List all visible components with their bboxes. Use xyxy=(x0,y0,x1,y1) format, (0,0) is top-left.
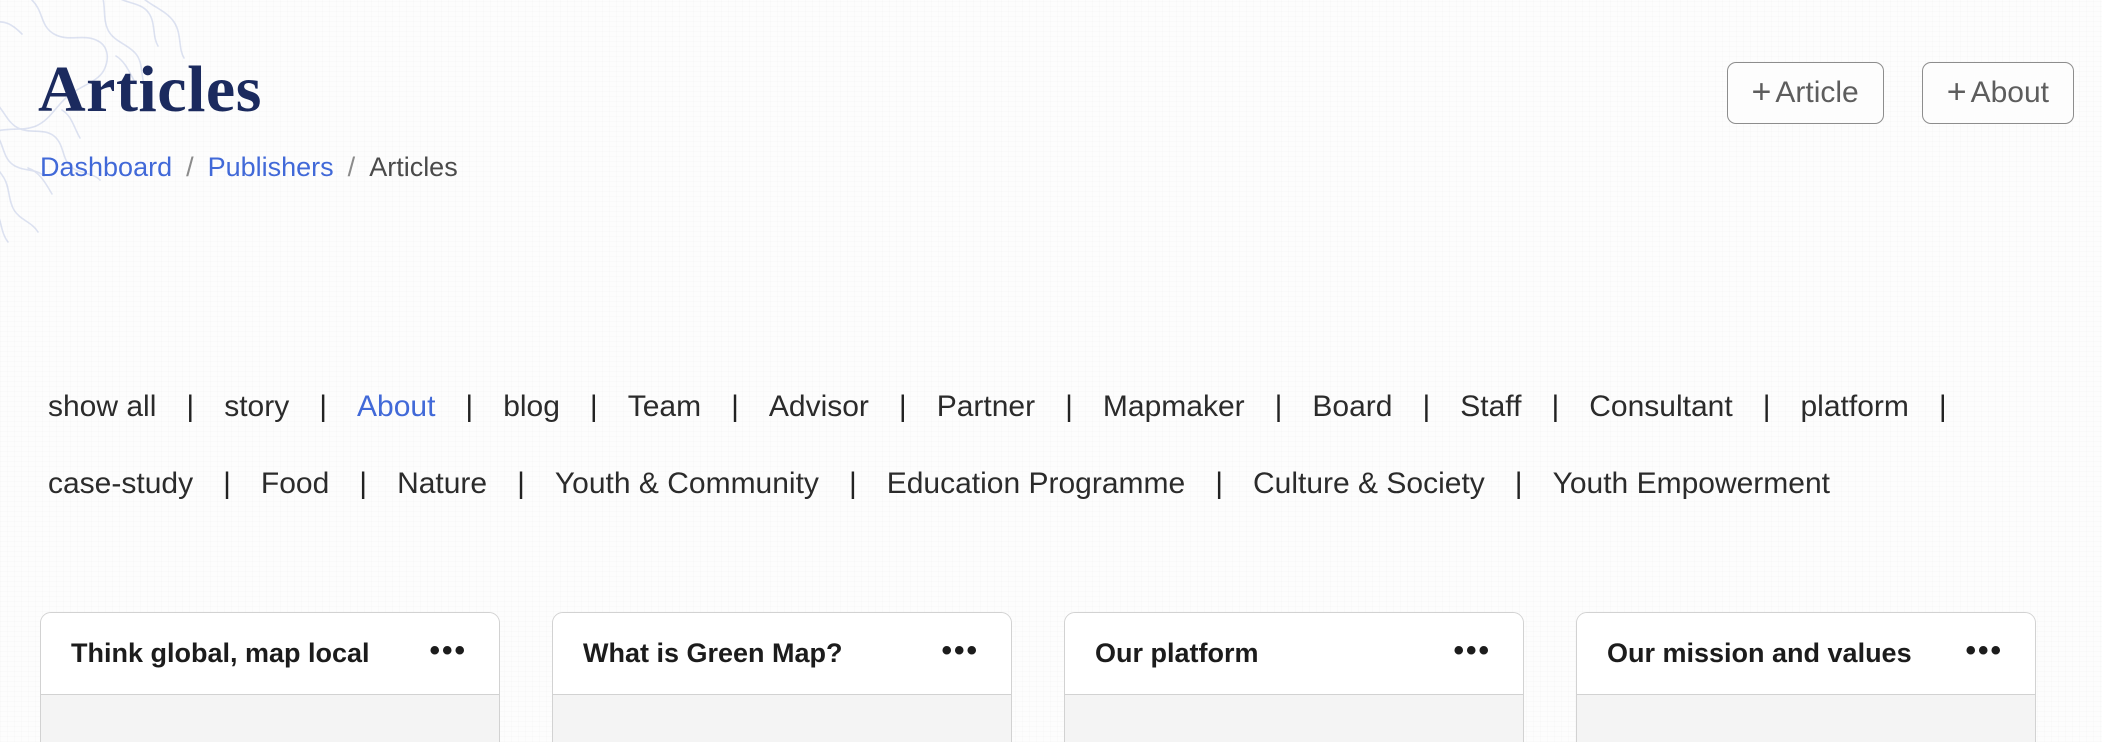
more-options-icon[interactable]: ••• xyxy=(1435,634,1497,674)
tag-separator: | xyxy=(1215,467,1224,500)
article-card-title: Our platform xyxy=(1095,638,1259,668)
tag-separator: | xyxy=(1514,467,1523,500)
tag-filter-consultant[interactable]: Consultant xyxy=(1581,368,1740,445)
tag-filter-case-study[interactable]: case-study xyxy=(40,445,201,522)
tag-filter-education-programme[interactable]: Education Programme xyxy=(879,445,1193,522)
articles-page: Articles Dashboard / Publishers / Articl… xyxy=(0,0,2102,742)
tag-filter-story[interactable]: story xyxy=(216,368,297,445)
tag-filter-youth-empowerment[interactable]: Youth Empowerment xyxy=(1545,445,1838,522)
tag-filter-mapmaker[interactable]: Mapmaker xyxy=(1095,368,1253,445)
tag-separator: | xyxy=(465,390,474,423)
tag-filter-show-all[interactable]: show all xyxy=(40,368,164,445)
add-article-button[interactable]: + Article xyxy=(1726,62,1884,124)
article-card-body xyxy=(41,695,499,742)
article-card-body xyxy=(1577,695,2035,742)
article-card-header: Our mission and values ••• xyxy=(1577,613,2035,695)
tag-separator: | xyxy=(517,467,525,500)
plus-icon: + xyxy=(1946,73,1967,111)
tag-separator: | xyxy=(848,467,857,500)
tag-separator: | xyxy=(319,390,327,423)
tag-filter-nature[interactable]: Nature xyxy=(389,445,495,522)
breadcrumb-separator: / xyxy=(186,152,194,182)
breadcrumb: Dashboard / Publishers / Articles xyxy=(40,152,458,183)
article-card-header: What is Green Map? ••• xyxy=(553,613,1011,695)
article-card-grid: Think global, map local ••• What is Gree… xyxy=(40,612,2064,742)
article-card-title: Think global, map local xyxy=(71,638,370,668)
tag-separator: | xyxy=(223,467,231,500)
breadcrumb-item-publishers[interactable]: Publishers xyxy=(208,152,334,183)
tag-filter-blog[interactable]: blog xyxy=(495,368,568,445)
article-card[interactable]: Our platform ••• xyxy=(1064,612,1524,742)
more-options-icon[interactable]: ••• xyxy=(923,634,985,674)
tag-filter-culture-society[interactable]: Culture & Society xyxy=(1245,445,1493,522)
add-about-label: About xyxy=(1970,76,2049,109)
tag-separator: | xyxy=(731,390,739,423)
tag-filter-team[interactable]: Team xyxy=(620,368,709,445)
tag-filter-youth-community[interactable]: Youth & Community xyxy=(547,445,827,522)
tag-filter-food[interactable]: Food xyxy=(253,445,337,522)
tag-separator: | xyxy=(359,467,368,500)
page-title: Articles xyxy=(38,53,262,126)
tag-filter-platform[interactable]: platform xyxy=(1792,368,1916,445)
add-about-button[interactable]: + About xyxy=(1921,62,2074,124)
tag-separator: | xyxy=(1422,390,1431,423)
more-options-icon[interactable]: ••• xyxy=(411,634,473,674)
article-card[interactable]: What is Green Map? ••• xyxy=(552,612,1012,742)
article-card-body xyxy=(1065,695,1523,742)
tag-separator: | xyxy=(1065,390,1073,423)
article-card-body xyxy=(553,695,1011,742)
page-header: Articles Dashboard / Publishers / Articl… xyxy=(0,0,2102,200)
tag-filter-about[interactable]: About xyxy=(349,368,443,445)
tag-separator: | xyxy=(589,390,598,423)
add-article-label: Article xyxy=(1775,76,1859,109)
tag-separator: | xyxy=(1274,390,1283,423)
article-card[interactable]: Think global, map local ••• xyxy=(40,612,500,742)
tag-filter-advisor[interactable]: Advisor xyxy=(761,368,877,445)
tag-separator: | xyxy=(1551,390,1560,423)
tag-filter-list: show all | story | About | blog | Team | Advisor | P… xyxy=(40,368,2070,522)
article-card-header: Think global, map local ••• xyxy=(41,613,499,695)
more-options-icon[interactable]: ••• xyxy=(1947,634,2009,674)
breadcrumb-item-dashboard[interactable]: Dashboard xyxy=(40,152,172,183)
article-card-title: Our mission and values xyxy=(1607,638,1912,668)
tag-separator: | xyxy=(898,390,907,423)
tag-separator: | xyxy=(1938,390,1947,423)
tag-filter-board[interactable]: Board xyxy=(1304,368,1400,445)
plus-icon: + xyxy=(1751,73,1772,111)
article-card-header: Our platform ••• xyxy=(1065,613,1523,695)
tag-separator: | xyxy=(186,390,195,423)
article-card[interactable]: Our mission and values ••• xyxy=(1576,612,2036,742)
breadcrumb-item-articles: Articles xyxy=(369,152,458,182)
tag-separator: | xyxy=(1762,390,1771,423)
breadcrumb-separator: / xyxy=(347,152,356,182)
tag-filter-partner[interactable]: Partner xyxy=(929,368,1043,445)
header-actions: + Article + About xyxy=(1726,62,2074,124)
article-card-title: What is Green Map? xyxy=(583,638,843,668)
tag-filter-staff[interactable]: Staff xyxy=(1452,368,1529,445)
